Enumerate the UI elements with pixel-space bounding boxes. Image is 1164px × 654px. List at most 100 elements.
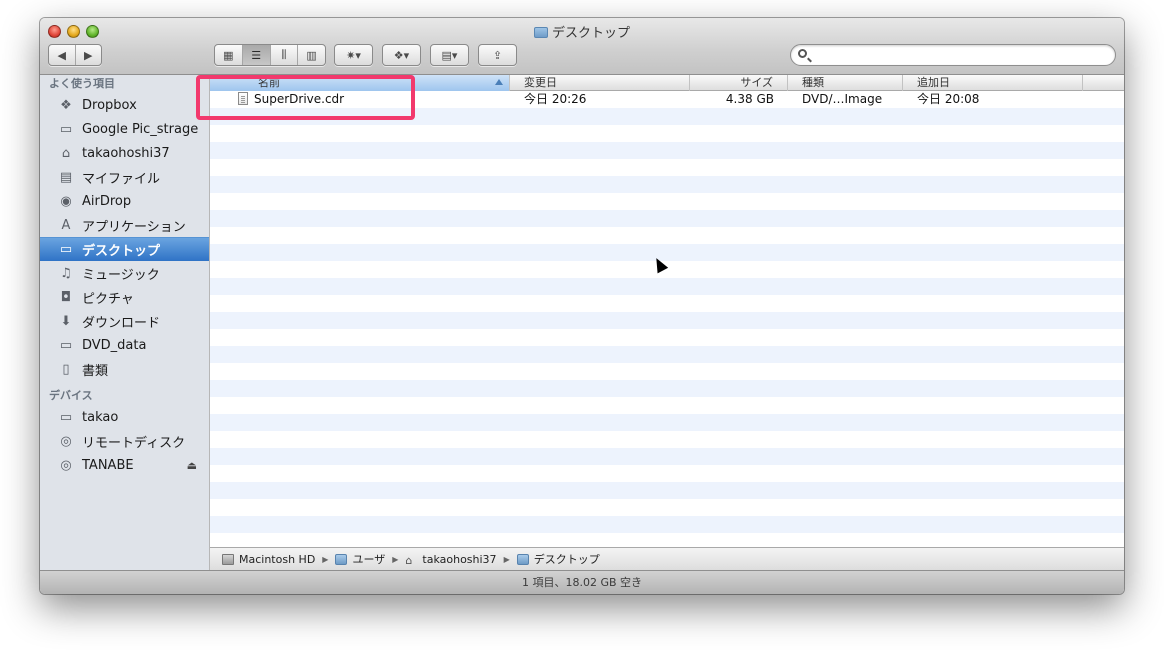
file-kind: DVD/…Image bbox=[802, 92, 883, 106]
sidebar-item[interactable]: ⌂ takaohoshi37 bbox=[40, 141, 209, 165]
status-text: 1 項目、18.02 GB 空き bbox=[521, 576, 643, 589]
sidebar-item-label: リモートディスク bbox=[82, 435, 186, 451]
sidebar-devices-header: デバイス bbox=[49, 389, 93, 402]
back-button[interactable]: ◀ bbox=[49, 45, 76, 65]
sidebar-item-label: デスクトップ bbox=[82, 244, 161, 259]
sidebar-favorites: ❖ Dropbox ▭ Google Pic_strage ⌂ takaohoshi37 ▤… bbox=[40, 93, 209, 381]
home-icon: ⌂ bbox=[61, 145, 71, 161]
sidebar-item[interactable]: ▤ マイファイル bbox=[40, 165, 209, 189]
list-view-button[interactable]: ☰ bbox=[242, 45, 271, 65]
pictures-icon: ◘ bbox=[60, 289, 72, 305]
folder-icon bbox=[516, 553, 529, 565]
path-item-label: デスクトップ bbox=[533, 553, 600, 566]
sidebar-item[interactable]: ▭ Google Pic_strage bbox=[40, 117, 209, 141]
path-separator-icon: ▶ bbox=[392, 554, 399, 564]
sidebar-item-label: ピクチャ bbox=[82, 291, 134, 307]
folder-icon bbox=[335, 553, 348, 565]
sidebar-item-label: TANABE bbox=[82, 457, 134, 473]
sidebar-item[interactable]: A アプリケーション bbox=[40, 213, 209, 237]
column-header-modified[interactable]: 変更日 bbox=[510, 75, 690, 91]
path-item-label: takaohoshi37 bbox=[422, 552, 497, 566]
eject-icon[interactable]: ⏏ bbox=[187, 459, 197, 472]
path-item[interactable]: デスクトップ bbox=[516, 551, 600, 567]
sidebar-item[interactable]: ⬇ ダウンロード bbox=[40, 309, 209, 333]
arrange-menu: ▤▾ bbox=[430, 44, 469, 66]
column-added-label: 追加日 bbox=[917, 76, 950, 89]
column-header-kind[interactable]: 種類 bbox=[788, 75, 903, 91]
path-item-label: ユーザ bbox=[352, 553, 386, 566]
sidebar-item-label: AirDrop bbox=[82, 193, 132, 209]
home-icon: ⌂ bbox=[405, 553, 413, 567]
laptop-icon: ▭ bbox=[59, 409, 73, 425]
column-size-label: サイズ bbox=[740, 76, 773, 89]
desktop-icon: ▭ bbox=[59, 242, 73, 257]
folder-icon bbox=[533, 27, 548, 38]
share-button[interactable]: ⇪ bbox=[479, 45, 516, 65]
sidebar-item-label: ダウンロード bbox=[82, 315, 161, 331]
window-title-text: デスクトップ bbox=[551, 26, 630, 41]
sidebar-item[interactable]: ♫ ミュージック bbox=[40, 261, 209, 285]
sidebar-item[interactable]: ▯ 書類 bbox=[40, 357, 209, 381]
sort-ascending-icon bbox=[495, 79, 503, 85]
sidebar-item-label: Google Pic_strage bbox=[82, 121, 199, 137]
disc-icon: ◎ bbox=[60, 457, 72, 473]
folder-icon: ▭ bbox=[59, 121, 73, 137]
sidebar-item-label: ミュージック bbox=[82, 267, 160, 283]
file-modified: 今日 20:26 bbox=[524, 92, 587, 106]
action-gear-button[interactable]: ✷▾ bbox=[335, 45, 372, 65]
view-mode-buttons: ▦ ☰ ⫼ ▥ bbox=[214, 44, 326, 66]
dropbox-button[interactable]: ❖▾ bbox=[383, 45, 420, 65]
file-added: 今日 20:08 bbox=[917, 92, 980, 106]
all-files-icon: ▤ bbox=[59, 169, 73, 185]
path-item[interactable]: ⌂ takaohoshi37 bbox=[405, 552, 497, 567]
column-header: 名前 変更日 サイズ 種類 追加日 bbox=[210, 75, 1124, 91]
file-name: SuperDrive.cdr bbox=[254, 92, 345, 106]
document-icon bbox=[238, 92, 248, 105]
sidebar-devices: ▭ takao ◎ リモートディスク ◎ TANABE ⏏ bbox=[40, 405, 209, 477]
search-icon bbox=[798, 49, 807, 58]
sidebar-item[interactable]: ◉ AirDrop bbox=[40, 189, 209, 213]
path-separator-icon: ▶ bbox=[503, 554, 510, 564]
path-item-label: Macintosh HD bbox=[239, 552, 316, 566]
path-item[interactable]: Macintosh HD bbox=[222, 553, 315, 566]
documents-icon: ▯ bbox=[62, 361, 70, 377]
coverflow-view-button[interactable]: ▥ bbox=[298, 45, 325, 65]
title-toolbar: デスクトップ ◀ ▶ ▦ ☰ ⫼ ▥ ✷▾ ❖▾ ▤▾ ⇪ bbox=[40, 18, 1124, 75]
music-icon: ♫ bbox=[60, 265, 72, 281]
sidebar-item-label: DVD_data bbox=[82, 337, 147, 353]
path-bar: Macintosh HD ▶ ユーザ ▶ ⌂ takaohoshi37 ▶ デスクトップ bbox=[210, 547, 1124, 570]
screenshot-stage: デスクトップ ◀ ▶ ▦ ☰ ⫼ ▥ ✷▾ ❖▾ ▤▾ ⇪ よく使う項目 ❖ D… bbox=[0, 0, 1164, 654]
status-bar: 1 項目、18.02 GB 空き bbox=[40, 570, 1124, 594]
remote-disc-icon: ◎ bbox=[60, 433, 72, 449]
path-item[interactable]: ユーザ bbox=[335, 551, 385, 567]
sidebar-item[interactable]: ▭ DVD_data bbox=[40, 333, 209, 357]
column-view-button[interactable]: ⫼ bbox=[271, 45, 299, 65]
column-header-name[interactable]: 名前 bbox=[210, 75, 510, 91]
sidebar-item[interactable]: ◎ TANABE ⏏ bbox=[40, 453, 209, 477]
sidebar-item[interactable]: ▭ デスクトップ bbox=[40, 237, 209, 261]
column-header-added[interactable]: 追加日 bbox=[903, 75, 1083, 91]
file-row[interactable]: SuperDrive.cdr 今日 20:26 4.38 GB DVD/…Image 今… bbox=[210, 91, 1124, 108]
share-menu: ⇪ bbox=[478, 44, 517, 66]
column-kind-label: 種類 bbox=[802, 76, 824, 89]
arrange-button[interactable]: ▤▾ bbox=[431, 45, 468, 65]
dropbox-menu: ❖▾ bbox=[382, 44, 421, 66]
sidebar-item-label: Dropbox bbox=[82, 97, 137, 113]
sidebar-item[interactable]: ◎ リモートディスク bbox=[40, 429, 209, 453]
icon-view-button[interactable]: ▦ bbox=[215, 45, 243, 65]
search-field[interactable] bbox=[790, 44, 1116, 66]
airdrop-icon: ◉ bbox=[60, 193, 72, 209]
hard-drive-icon bbox=[222, 553, 234, 565]
column-header-size[interactable]: サイズ bbox=[690, 75, 788, 91]
finder-window: デスクトップ ◀ ▶ ▦ ☰ ⫼ ▥ ✷▾ ❖▾ ▤▾ ⇪ よく使う項目 ❖ D… bbox=[40, 18, 1124, 594]
sidebar-item-label: マイファイル bbox=[82, 171, 161, 187]
sidebar-item[interactable]: ◘ ピクチャ bbox=[40, 285, 209, 309]
sidebar-item-label: takaohoshi37 bbox=[82, 145, 170, 161]
file-size: 4.38 GB bbox=[725, 92, 774, 106]
forward-button[interactable]: ▶ bbox=[76, 45, 102, 65]
action-menu: ✷▾ bbox=[334, 44, 373, 66]
sidebar-item[interactable]: ▭ takao bbox=[40, 405, 209, 429]
sidebar-favorites-header: よく使う項目 bbox=[49, 77, 115, 90]
sidebar-item[interactable]: ❖ Dropbox bbox=[40, 93, 209, 117]
column-name-label: 名前 bbox=[258, 76, 280, 89]
